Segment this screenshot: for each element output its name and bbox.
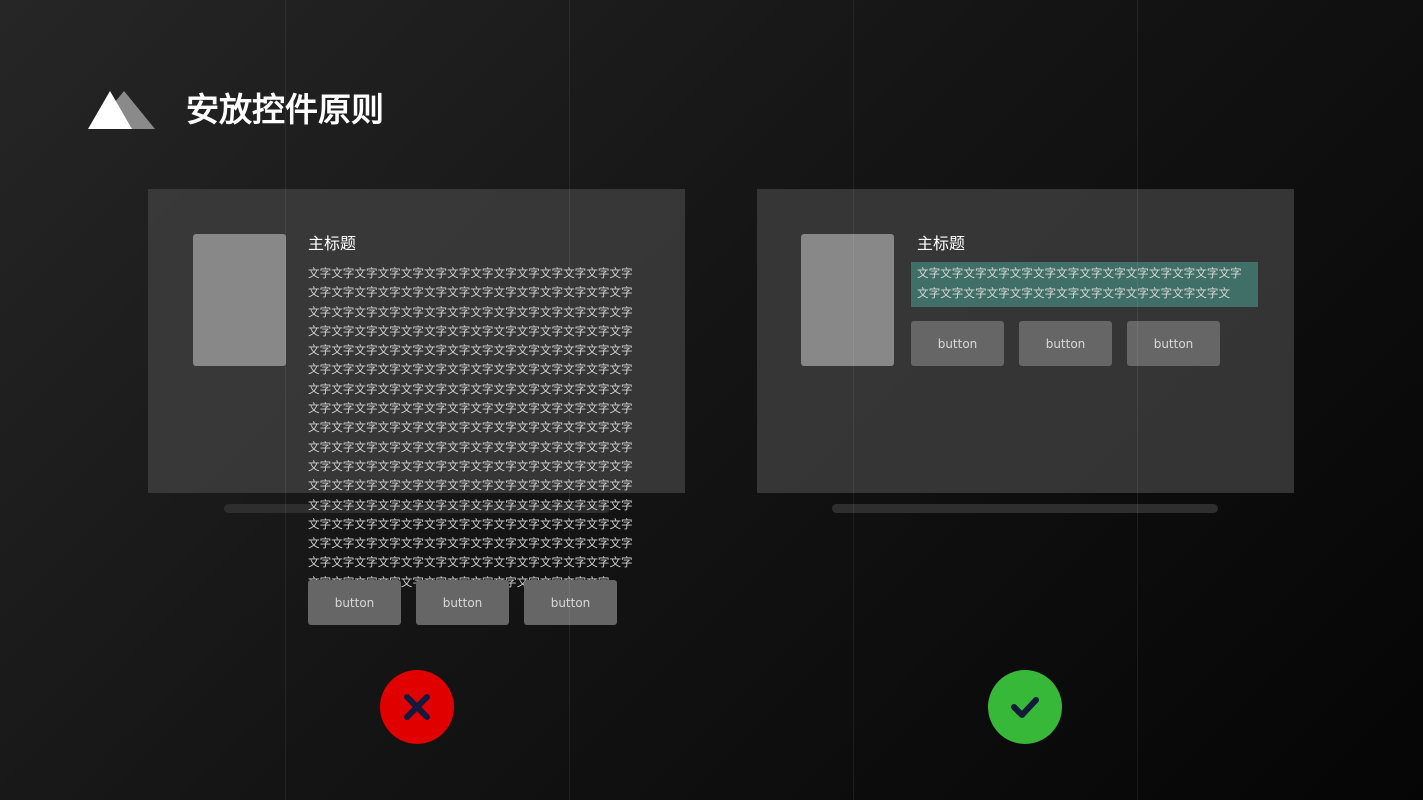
- action-button[interactable]: button: [911, 321, 1004, 366]
- highlighted-text-area: 文字文字文字文字文字文字文字文字文字文字文字文字文字文字文字文字文字文字文字文字…: [911, 262, 1258, 307]
- mountain-logo-icon: [88, 91, 155, 129]
- action-button[interactable]: button: [308, 580, 401, 625]
- tv-stand: [832, 504, 1218, 513]
- poster-image: [193, 234, 286, 366]
- overflowing-body-text: 文字文字文字文字文字文字文字文字文字文字文字文字文字文字文字文字文字文字文字文字…: [308, 266, 633, 589]
- guide-line: [285, 0, 286, 800]
- guide-line: [569, 0, 570, 800]
- action-button[interactable]: button: [524, 580, 617, 625]
- action-button[interactable]: button: [1127, 321, 1220, 366]
- action-button[interactable]: button: [416, 580, 509, 625]
- body-text: 文字文字文字文字文字文字文字文字文字文字文字文字文字文字文字文字文字文字文字文字…: [917, 266, 1242, 300]
- check-icon: [1011, 697, 1039, 718]
- guide-line: [1137, 0, 1138, 800]
- guide-line: [853, 0, 854, 800]
- wrong-verdict-badge: [380, 670, 454, 744]
- main-heading: 主标题: [308, 234, 357, 253]
- poster-image: [801, 234, 894, 366]
- action-button[interactable]: button: [1019, 321, 1112, 366]
- cross-icon: [404, 694, 430, 720]
- main-heading: 主标题: [917, 234, 966, 253]
- correct-verdict-badge: [988, 670, 1062, 744]
